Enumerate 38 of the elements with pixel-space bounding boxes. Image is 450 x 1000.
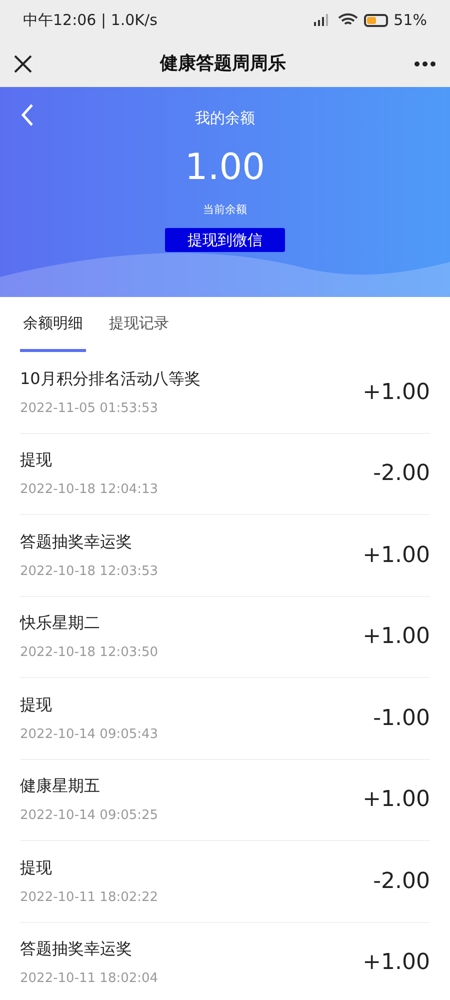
record-time: 2022-10-18 12:03:53 [20,562,158,580]
record-amount: +1.00 [362,378,430,407]
tab[interactable]: 余额明细 [20,297,86,352]
record-amount: +1.00 [362,542,430,570]
more-icon[interactable] [414,60,436,66]
record-title: 10月积分排名活动八等奖 [20,368,200,390]
record-time: 2022-11-05 01:53:53 [20,400,160,418]
record-amount: -1.00 [373,704,430,733]
record-amount: +1.00 [362,623,430,652]
record-amount: -2.00 [373,868,430,896]
record-time: 2022-10-11 18:02:22 [20,888,158,906]
record-time: 2022-10-14 09:05:43 [20,726,158,744]
record-title: 快乐星期二 [20,612,101,634]
record-title: 健康星期五 [20,775,101,797]
record-time: 2022-10-14 09:05:25 [20,807,158,825]
balance-amount: 1.00 [184,148,266,188]
balance-caption: 当前余额 [203,202,247,218]
withdraw-button[interactable]: 提现到微信 [165,228,285,252]
record-time: 2022-10-11 18:02:04 [20,970,158,988]
record-title: 提现 [20,856,53,878]
status-time: 中午12:06 | 1.0K/s [23,10,158,31]
record-time: 2022-10-18 12:04:13 [20,481,158,499]
record-title: 答题抽奖幸运奖 [20,530,133,552]
record-amount: +1.00 [362,949,430,978]
record-title: 答题抽奖幸运奖 [20,938,133,960]
wifi-icon [338,13,358,27]
nav-title: 健康答题周周乐 [160,52,286,76]
record-title: 提现 [20,694,53,716]
record-title: 提现 [20,449,53,471]
record-time: 2022-10-18 12:03:50 [20,644,158,662]
back-icon[interactable] [20,103,34,127]
record-amount: -2.00 [373,460,430,488]
tab[interactable]: 提现记录 [106,297,172,352]
battery-icon [364,14,388,26]
header-title: 我的余额 [195,108,255,129]
record-amount: +1.00 [362,786,430,814]
close-icon[interactable] [14,54,32,72]
battery-percent: 51% [394,10,427,31]
